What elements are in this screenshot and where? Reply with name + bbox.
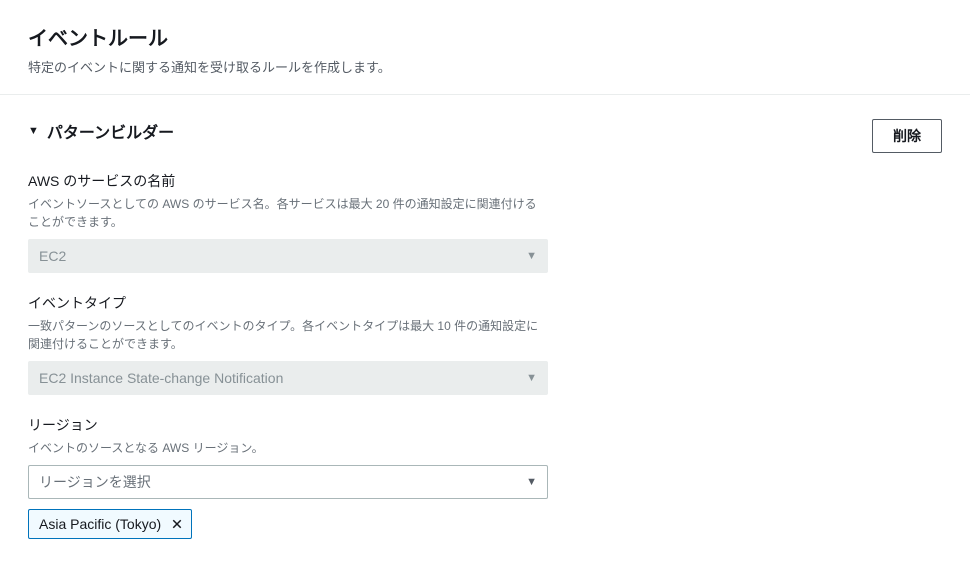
region-token: Asia Pacific (Tokyo) [28, 509, 192, 539]
region-description: イベントのソースとなる AWS リージョン。 [28, 439, 548, 457]
page-title: イベントルール [28, 22, 942, 51]
region-token-label: Asia Pacific (Tokyo) [39, 516, 161, 532]
service-name-value: EC2 [39, 248, 66, 264]
event-type-group: イベントタイプ 一致パターンのソースとしてのイベントのタイプ。各イベントタイプは… [28, 293, 548, 395]
service-name-select: EC2 ▼ [28, 239, 548, 273]
delete-button[interactable]: 削除 [872, 119, 942, 153]
service-name-label: AWS のサービスの名前 [28, 171, 548, 191]
content-section: ▼ パターンビルダー 削除 AWS のサービスの名前 イベントソースとしての A… [0, 95, 970, 583]
chevron-down-icon: ▼ [526, 476, 537, 488]
header-section: イベントルール 特定のイベントに関する通知を受け取るルールを作成します。 [0, 0, 970, 95]
region-placeholder: リージョンを選択 [39, 472, 151, 492]
region-token-remove[interactable] [171, 518, 183, 530]
event-type-value: EC2 Instance State-change Notification [39, 370, 283, 386]
event-type-description: 一致パターンのソースとしてのイベントのタイプ。各イベントタイプは最大 10 件の… [28, 317, 548, 353]
event-type-select: EC2 Instance State-change Notification ▼ [28, 361, 548, 395]
region-select[interactable]: リージョンを選択 ▼ [28, 465, 548, 499]
service-name-description: イベントソースとしての AWS のサービス名。各サービスは最大 20 件の通知設… [28, 195, 548, 231]
chevron-down-icon: ▼ [526, 250, 537, 262]
page-description: 特定のイベントに関する通知を受け取るルールを作成します。 [28, 57, 942, 76]
pattern-builder-toggle[interactable]: ▼ パターンビルダー [28, 119, 174, 143]
chevron-down-icon: ▼ [526, 372, 537, 384]
region-label: リージョン [28, 415, 548, 435]
caret-down-icon: ▼ [28, 125, 39, 137]
section-title: パターンビルダー [47, 119, 174, 143]
service-name-group: AWS のサービスの名前 イベントソースとしての AWS のサービス名。各サービ… [28, 171, 548, 273]
region-group: リージョン イベントのソースとなる AWS リージョン。 リージョンを選択 ▼ … [28, 415, 548, 539]
close-icon [171, 518, 183, 530]
event-type-label: イベントタイプ [28, 293, 548, 313]
